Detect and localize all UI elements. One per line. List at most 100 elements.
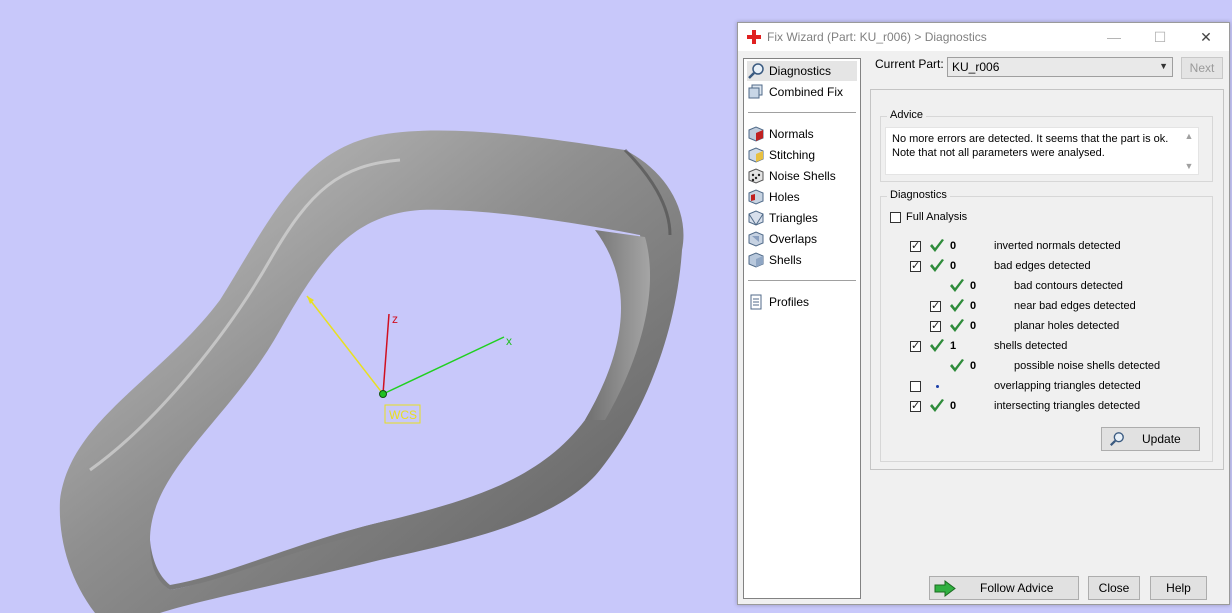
axis-z-label: z [392,312,398,326]
current-part-value: KU_r006 [952,60,1000,74]
window-title: Fix Wizard (Part: KU_r006) > Diagnostics [767,30,987,44]
title-bar[interactable]: Fix Wizard (Part: KU_r006) > Diagnostics… [738,23,1229,51]
fix-wizard-dialog: Fix Wizard (Part: KU_r006) > Diagnostics… [737,22,1230,605]
nav-label-diagnostics: Diagnostics [769,64,832,78]
current-part-select[interactable]: KU_r006 ▼ [947,57,1173,77]
diagnostic-label: intersecting triangles detected [994,400,1141,412]
diagnostic-count: 1 [950,340,957,352]
diagnostic-count: 0 [950,260,957,272]
stacked-cubes-icon [748,84,763,99]
diagnostic-label: bad contours detected [1014,280,1123,292]
normals-cube-icon [748,126,764,142]
diagnostic-count: 0 [970,360,977,372]
advice-title: Advice [887,109,927,121]
advice-line-2: Note that not all parameters were analys… [892,147,1105,159]
nav-label-profiles: Profiles [769,295,810,309]
pending-dot-icon [936,385,939,388]
magnifier-icon [1109,432,1124,447]
nav-label-holes: Holes [769,190,800,204]
diagnostic-checkbox[interactable] [910,339,921,352]
close-button[interactable]: Close [1088,576,1140,600]
advice-text-box[interactable]: No more errors are detected. It seems th… [885,127,1199,175]
nav-label-shells: Shells [769,253,802,267]
diagnostics-panel: Advice No more errors are detected. It s… [870,89,1224,470]
diagnostic-label: bad edges detected [994,260,1091,272]
diagnostic-checkbox[interactable] [910,381,921,392]
diagnostic-label: shells detected [994,340,1068,352]
advice-line-1: No more errors are detected. It seems th… [892,133,1169,145]
help-button[interactable]: Help [1150,576,1207,600]
diagnostic-checkbox[interactable] [910,259,921,272]
nav-divider [748,112,856,113]
diagnostic-checkbox[interactable] [910,399,921,412]
green-check-icon [930,339,944,352]
nav-divider [748,280,856,281]
current-part-label: Current Part: [875,57,944,71]
nav-label-triangles: Triangles [769,211,818,225]
nav-item-combined-fix[interactable]: Combined Fix [747,82,857,102]
stitching-cube-icon [748,147,764,163]
diagnostic-label: overlapping triangles detected [994,380,1141,392]
follow-advice-button[interactable]: Follow Advice [929,576,1079,600]
nav-label-stitching: Stitching [769,148,816,162]
nav-item-stitching[interactable]: Stitching [747,145,857,165]
advice-scrollbar[interactable]: ▲ ▼ [1181,129,1197,173]
scroll-down-icon: ▼ [1184,161,1194,171]
overlaps-cube-icon [748,231,764,247]
follow-advice-label: Follow Advice [980,581,1054,595]
scroll-up-icon: ▲ [1184,131,1194,141]
diagnostic-label: planar holes detected [1014,320,1120,332]
nav-item-triangles[interactable]: Triangles [747,208,857,228]
diagnostic-count: 0 [970,320,977,332]
3d-viewport[interactable]: z x WCS [0,0,737,613]
arrow-right-icon [934,580,956,597]
diagnostic-count: 0 [970,300,977,312]
minimize-button[interactable]: — [1091,23,1137,51]
update-button[interactable]: Update [1101,427,1200,451]
axis-x-label: x [506,334,512,348]
triangles-cube-icon [748,210,764,226]
diagnostic-label: inverted normals detected [994,240,1121,252]
diagnostic-checkbox[interactable] [930,299,941,312]
diagnostics-group: Diagnostics Full Analysis 0 inverted norm… [880,189,1213,462]
nav-item-normals[interactable]: Normals [747,124,857,144]
wizard-nav-panel: Diagnostics Combined Fix Normals Stitchi… [743,58,861,599]
nav-item-holes[interactable]: Holes [747,187,857,207]
diagnostic-checkbox[interactable] [930,319,941,332]
update-label: Update [1142,432,1181,446]
green-check-icon [950,319,964,332]
diagnostic-label: near bad edges detected [1014,300,1136,312]
diagnostic-count: 0 [950,400,957,412]
nav-item-noise-shells[interactable]: Noise Shells [747,166,857,186]
full-analysis-label: Full Analysis [906,211,968,223]
close-window-button[interactable]: ✕ [1183,23,1229,51]
nav-item-diagnostics[interactable]: Diagnostics [747,61,857,81]
nav-item-shells[interactable]: Shells [747,250,857,270]
diagnostic-count: 0 [950,240,957,252]
nav-item-profiles[interactable]: Profiles [747,292,857,312]
nav-label-overlaps: Overlaps [769,232,818,246]
green-check-icon [930,399,944,412]
green-check-icon [950,279,964,292]
fix-wizard-icon [747,30,761,44]
advice-group: Advice No more errors are detected. It s… [880,109,1213,182]
diagnostic-label: possible noise shells detected [1014,360,1161,372]
next-button[interactable]: Next [1181,57,1223,79]
part-model: z x WCS [59,130,684,613]
diagnostic-checkbox[interactable] [910,239,921,252]
nav-label-combined-fix: Combined Fix [769,85,844,99]
green-check-icon [930,259,944,272]
document-icon [750,294,762,310]
shells-cube-icon [748,252,764,268]
magnifier-icon [748,63,764,79]
wcs-label: WCS [389,408,417,422]
diagnostics-title: Diagnostics [887,189,950,201]
maximize-button[interactable]: ☐ [1137,23,1183,51]
chevron-down-icon: ▼ [1159,61,1168,71]
nav-item-overlaps[interactable]: Overlaps [747,229,857,249]
holes-cube-icon [748,189,764,205]
dice-icon [748,168,764,184]
full-analysis-checkbox[interactable] [890,212,901,223]
green-check-icon [930,239,944,252]
nav-label-normals: Normals [769,127,814,141]
